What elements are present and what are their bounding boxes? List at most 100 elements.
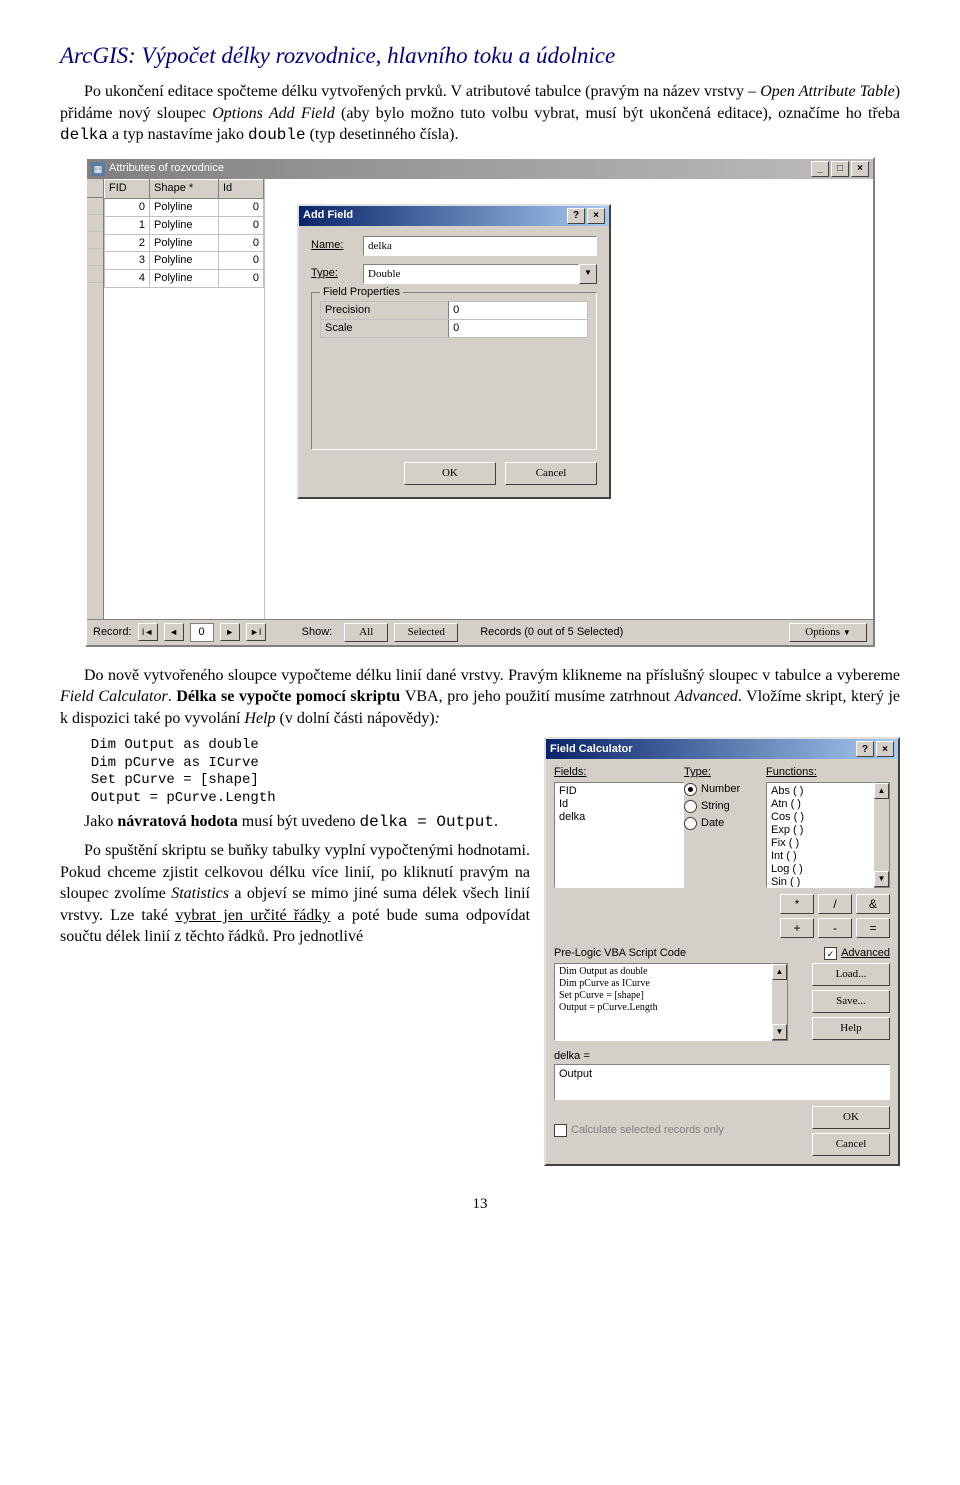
fields-listbox[interactable]: FID Id delka (554, 782, 684, 888)
cell: Polyline (150, 234, 219, 252)
col-fid[interactable]: FID (105, 179, 150, 198)
list-item[interactable]: Exp ( ) (771, 824, 869, 837)
list-item[interactable]: Sin ( ) (771, 876, 869, 888)
scale-value[interactable]: 0 (449, 319, 588, 337)
radio-label: String (701, 799, 730, 814)
op-plus-button[interactable]: + (780, 918, 814, 938)
op-amp-button[interactable]: & (856, 894, 890, 914)
show-selected-button[interactable]: Selected (394, 623, 458, 642)
code-line: Set pCurve = [shape] (91, 772, 530, 790)
table-row[interactable]: 3Polyline0 (105, 252, 264, 270)
page-number: 13 (60, 1194, 900, 1214)
dialog-close-button[interactable]: × (876, 741, 894, 757)
list-item[interactable]: Log ( ) (771, 863, 869, 876)
cell: 0 (219, 270, 264, 288)
list-item[interactable]: delka (559, 811, 679, 824)
col-id[interactable]: Id (219, 179, 264, 198)
advanced-checkbox[interactable]: ✓ (824, 947, 837, 960)
nav-next-icon[interactable]: ► (220, 623, 240, 641)
cancel-button[interactable]: Cancel (812, 1133, 890, 1156)
p3-c: musí být uvedeno (238, 813, 360, 830)
record-label: Record: (93, 625, 132, 640)
type-input[interactable] (363, 264, 579, 284)
prelogic-textarea[interactable]: Dim Output as double Dim pCurve as ICurv… (554, 963, 772, 1041)
scale-label: Scale (321, 319, 449, 337)
code-line: Dim Output as double (559, 966, 767, 978)
table-row[interactable]: 2Polyline0 (105, 234, 264, 252)
fields-label: Fields: (554, 765, 684, 780)
save-button[interactable]: Save... (812, 990, 890, 1013)
list-item[interactable]: Id (559, 798, 679, 811)
scrollbar[interactable]: ▲ ▼ (772, 963, 788, 1041)
op-divide-button[interactable]: / (818, 894, 852, 914)
col-shape[interactable]: Shape * (150, 179, 219, 198)
type-date-radio[interactable]: Date (684, 816, 764, 831)
op-multiply-button[interactable]: * (780, 894, 814, 914)
code-line: Output = pCurve.Length (91, 790, 530, 808)
nav-last-icon[interactable]: ►I (246, 623, 266, 641)
options-label: Options (805, 626, 840, 638)
type-combo[interactable]: ▼ (363, 264, 597, 284)
functions-label: Functions: (766, 765, 890, 780)
chevron-down-icon[interactable]: ▼ (579, 264, 597, 284)
cell: Polyline (150, 252, 219, 270)
scrollbar[interactable]: ▲ ▼ (874, 782, 890, 888)
minimize-button[interactable]: _ (811, 161, 829, 177)
functions-listbox[interactable]: Abs ( ) Atn ( ) Cos ( ) Exp ( ) Fix ( ) … (766, 782, 874, 888)
op-equals-button[interactable]: = (856, 918, 890, 938)
options-button[interactable]: Options ▼ (789, 623, 867, 642)
precision-value[interactable]: 0 (449, 301, 588, 319)
show-label: Show: (302, 625, 333, 640)
mono-double: double (248, 126, 306, 144)
nav-prev-icon[interactable]: ◄ (164, 623, 184, 641)
list-item[interactable]: Int ( ) (771, 850, 869, 863)
underline-rows: vybrat jen určité řádky (175, 907, 330, 924)
paragraph-2: Do nově vytvořeného sloupce vypočteme dé… (60, 665, 900, 730)
ok-button[interactable]: OK (812, 1106, 890, 1129)
type-number-radio[interactable]: Number (684, 782, 764, 797)
code-line: Dim pCurve as ICurve (91, 755, 530, 773)
p3-d: . (494, 813, 498, 830)
table-row[interactable]: 0Polyline0 (105, 198, 264, 216)
row-header-column (87, 179, 104, 619)
italic-vba: VBA (405, 688, 439, 705)
show-all-button[interactable]: All (344, 623, 388, 642)
maximize-button[interactable]: □ (831, 161, 849, 177)
ok-button[interactable]: OK (404, 462, 496, 485)
cancel-button[interactable]: Cancel (505, 462, 597, 485)
field-calculator-title: Field Calculator (550, 742, 633, 757)
load-button[interactable]: Load... (812, 963, 890, 986)
op-minus-button[interactable]: - (818, 918, 852, 938)
scroll-up-icon[interactable]: ▲ (772, 964, 787, 980)
table-row[interactable]: 1Polyline0 (105, 216, 264, 234)
list-item[interactable]: Cos ( ) (771, 811, 869, 824)
record-value[interactable]: 0 (190, 623, 214, 642)
help-button[interactable]: ? (856, 741, 874, 757)
italic-advanced: Advanced (675, 688, 738, 705)
list-item[interactable]: Atn ( ) (771, 798, 869, 811)
result-label: delka = (554, 1049, 890, 1064)
help-button[interactable]: Help (812, 1017, 890, 1040)
prelogic-label: Pre-Logic VBA Script Code (554, 946, 686, 961)
attributes-window: ▦ Attributes of rozvodnice _ □ × FID Sha… (85, 157, 875, 647)
list-item[interactable]: Abs ( ) (771, 785, 869, 798)
dialog-close-button[interactable]: × (587, 208, 605, 224)
nav-first-icon[interactable]: I◄ (138, 623, 158, 641)
list-item[interactable]: FID (559, 785, 679, 798)
italic-options-add-field: Options Add Field (212, 105, 335, 122)
type-string-radio[interactable]: String (684, 799, 764, 814)
table-icon: ▦ (91, 162, 105, 176)
list-item[interactable]: Fix ( ) (771, 837, 869, 850)
cell: 0 (219, 234, 264, 252)
help-button[interactable]: ? (567, 208, 585, 224)
scroll-down-icon[interactable]: ▼ (772, 1024, 787, 1040)
table-row[interactable]: 4Polyline0 (105, 270, 264, 288)
expression-textarea[interactable]: Output (554, 1064, 890, 1100)
code-line: Dim pCurve as ICurve (559, 978, 767, 990)
scroll-up-icon[interactable]: ▲ (874, 783, 889, 799)
scroll-down-icon[interactable]: ▼ (874, 871, 889, 887)
name-input[interactable] (363, 236, 597, 256)
close-button[interactable]: × (851, 161, 869, 177)
field-properties-group: Field Properties Precision0 Scale0 (311, 292, 597, 450)
name-label: Name: (311, 238, 363, 253)
